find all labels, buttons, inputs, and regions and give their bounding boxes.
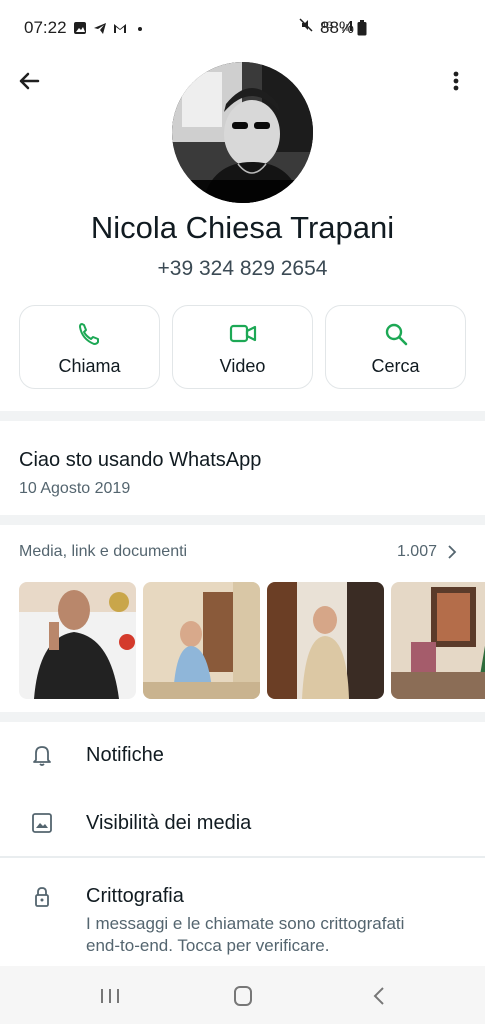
call-button[interactable]: Chiama [19, 305, 160, 389]
encryption-title: Crittografia [86, 885, 184, 907]
media-thumbnails [19, 582, 485, 700]
battery-group: 88% [320, 18, 367, 38]
gallery-icon [73, 22, 86, 34]
lock-icon [35, 887, 49, 907]
video-button[interactable]: Video [172, 305, 313, 389]
status-bar: 07:22 4G 88% [0, 0, 485, 58]
notifications-label: Notifiche [86, 744, 164, 766]
dot-icon [137, 27, 142, 31]
search-icon [385, 323, 408, 346]
telegram-icon [93, 23, 106, 34]
contact-name: Nicola Chiesa Trapani [90, 210, 395, 245]
battery-percent: 88% [320, 18, 355, 37]
system-nav-bar [0, 966, 485, 1024]
media-count-link[interactable]: 1.007 [397, 543, 457, 561]
chevron-right-icon [448, 545, 457, 559]
home-icon[interactable] [230, 984, 256, 1008]
back-nav-icon[interactable] [366, 984, 392, 1008]
row-divider [0, 856, 485, 858]
thumbnail-image [143, 582, 260, 699]
image-icon [32, 813, 52, 833]
section-divider [0, 515, 485, 525]
avatar-photo [172, 62, 313, 203]
encryption-description: I messaggi e le chiamate sono crittograf… [86, 914, 405, 955]
media-visibility-label: Visibilità dei media [86, 812, 252, 834]
battery-icon [357, 20, 367, 36]
thumbnail-image [267, 582, 384, 699]
media-thumbnail[interactable] [143, 582, 260, 699]
video-icon [229, 324, 257, 343]
media-thumbnail[interactable] [267, 582, 384, 699]
action-buttons: Chiama Video Cerca [19, 305, 466, 391]
notifications-row[interactable]: Notifiche [0, 722, 485, 786]
gmail-icon [113, 24, 126, 33]
back-arrow-icon[interactable] [14, 66, 44, 96]
phone-icon [79, 323, 99, 345]
more-options-icon[interactable] [441, 66, 471, 96]
mute-icon [299, 18, 313, 32]
section-divider [0, 411, 485, 421]
bell-icon [33, 746, 51, 766]
media-thumbnail[interactable] [19, 582, 136, 699]
thumbnail-image [391, 582, 485, 699]
media-header[interactable]: Media, link e documenti [19, 543, 187, 561]
video-label: Video [219, 356, 266, 376]
about-status[interactable]: Ciao sto usando WhatsApp [19, 449, 261, 472]
search-button[interactable]: Cerca [325, 305, 466, 389]
contact-avatar[interactable] [172, 62, 313, 203]
search-label: Cerca [371, 356, 420, 376]
section-divider [0, 712, 485, 722]
media-count: 1.007 [396, 543, 437, 560]
recent-apps-icon[interactable] [97, 984, 123, 1008]
encryption-row[interactable]: Crittografia I messaggi e le chiamate so… [0, 870, 485, 966]
media-visibility-row[interactable]: Visibilità dei media [0, 788, 485, 854]
clock: 07:22 [24, 18, 67, 37]
media-thumbnail[interactable] [391, 582, 485, 699]
status-left: 07:22 [24, 18, 147, 38]
thumbnail-image [19, 582, 136, 699]
call-label: Chiama [58, 356, 121, 376]
about-date: 10 Agosto 2019 [19, 480, 131, 497]
contact-phone: +39 324 829 2654 [157, 257, 328, 280]
